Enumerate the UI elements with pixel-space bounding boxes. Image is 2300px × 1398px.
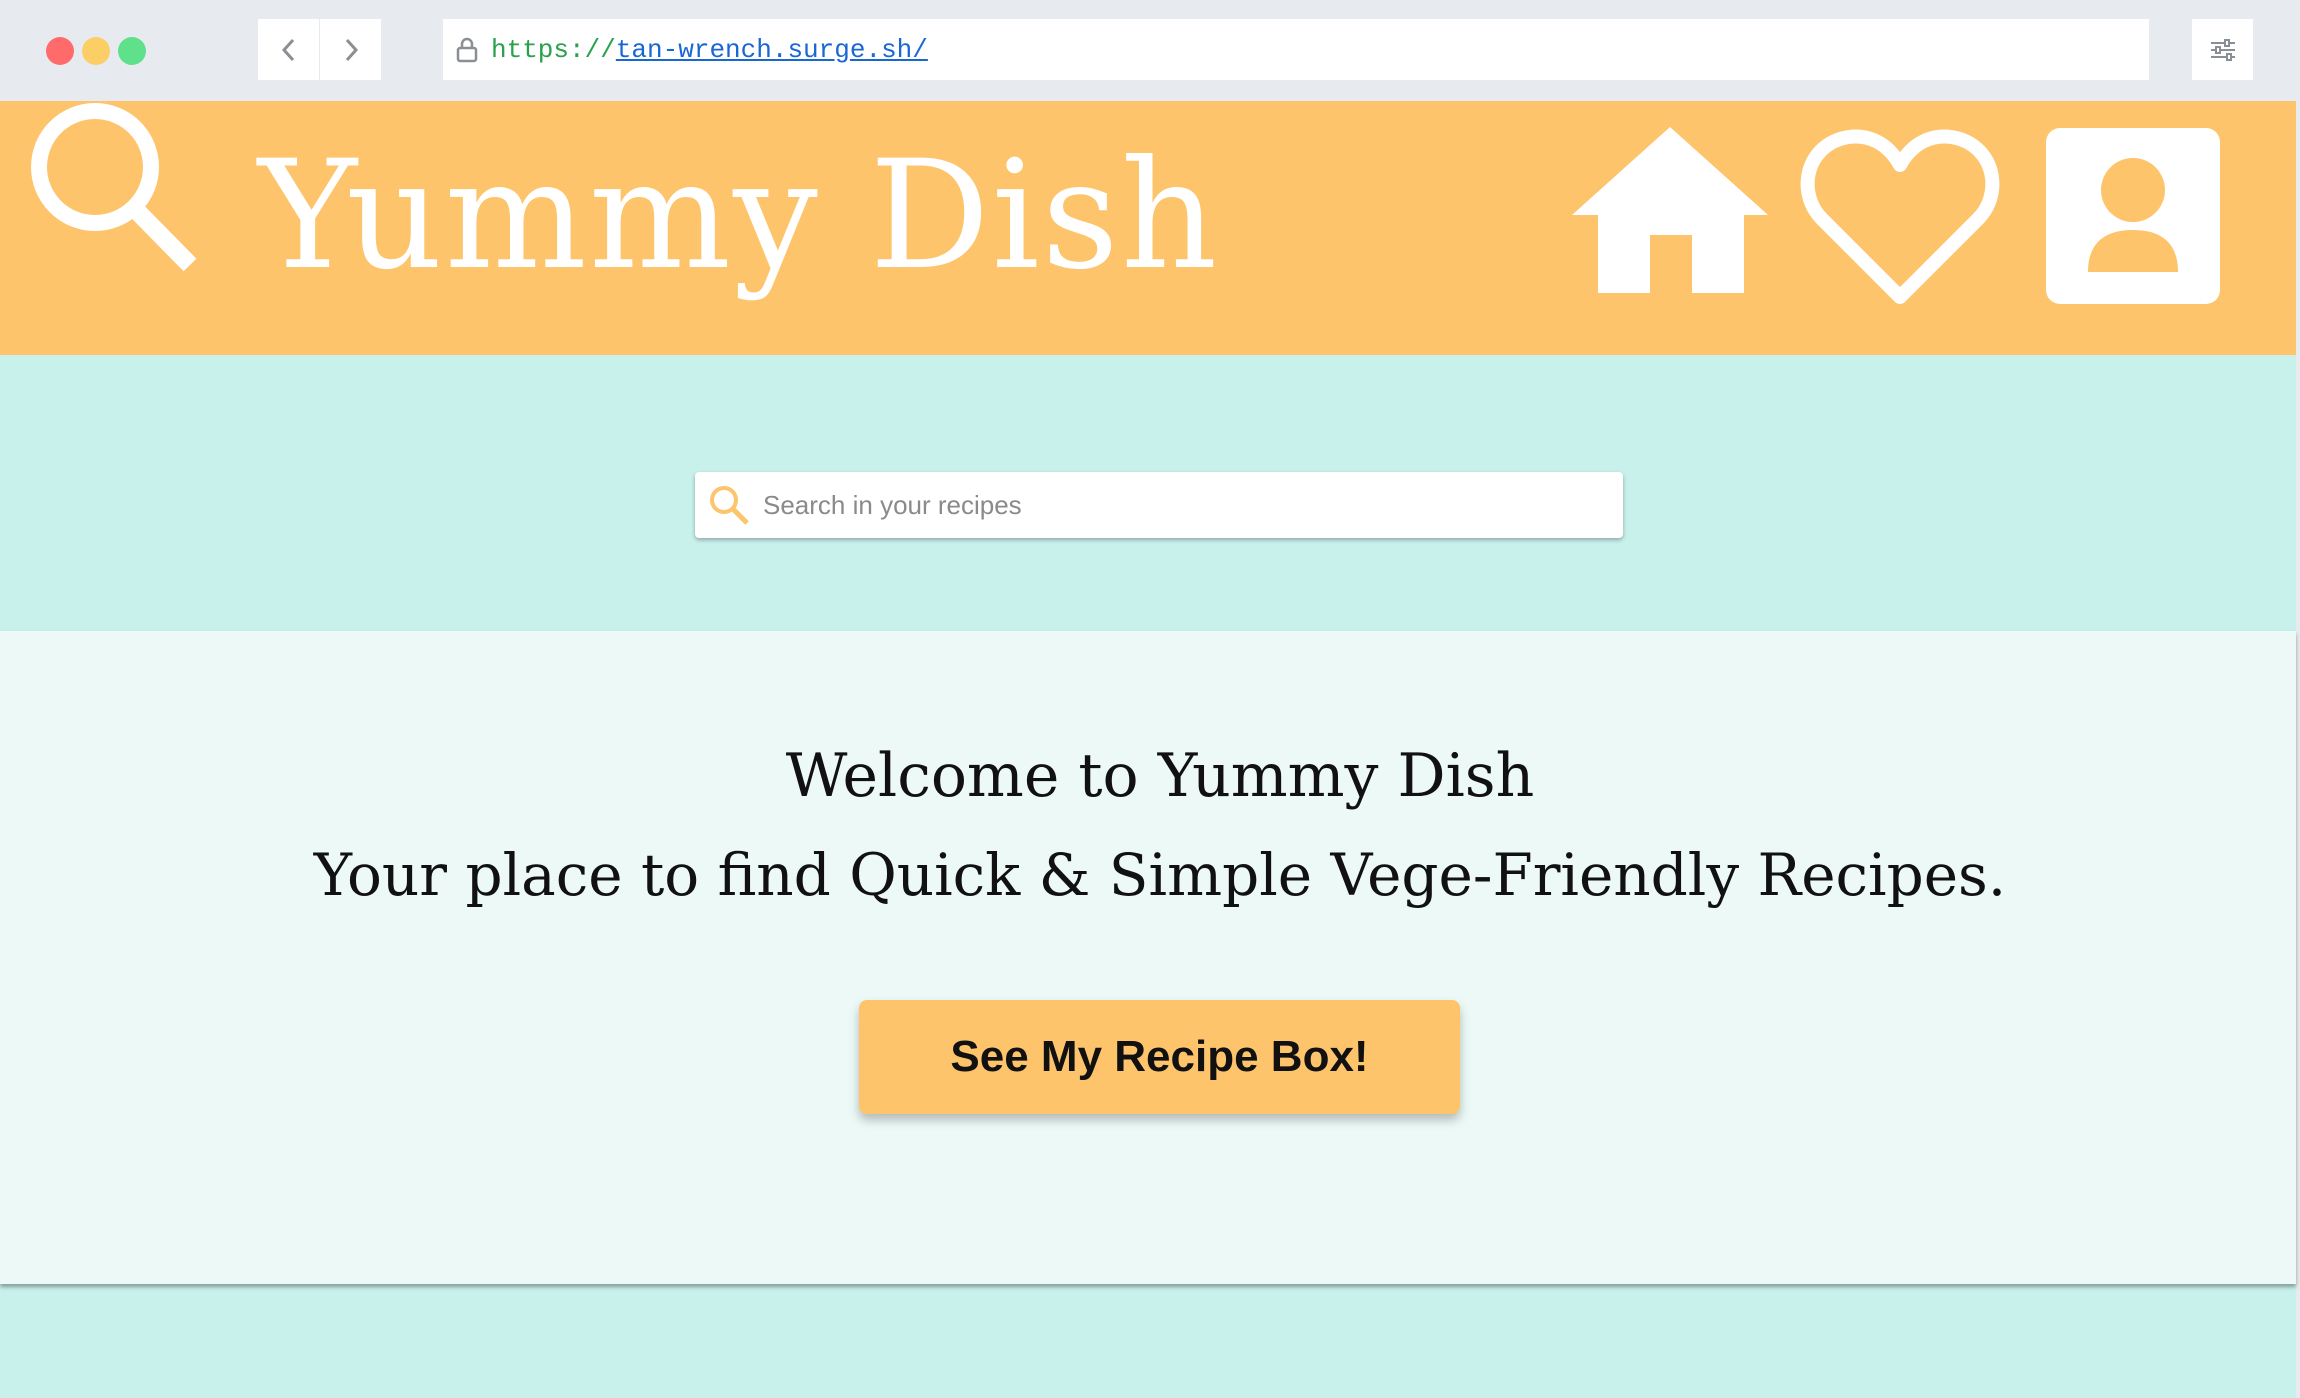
heart-icon[interactable] (1800, 127, 2000, 309)
browser-settings-button[interactable] (2192, 19, 2253, 80)
site-header: Yummy Dish (0, 101, 2296, 355)
home-icon[interactable] (1572, 127, 1768, 295)
search-icon (710, 486, 749, 525)
see-recipe-box-button[interactable]: See My Recipe Box! (859, 1000, 1460, 1114)
lock-icon (456, 37, 478, 62)
search-input[interactable] (763, 489, 1583, 521)
sliders-icon (2210, 38, 2235, 61)
maximize-window-button[interactable] (118, 37, 146, 65)
search-icon[interactable] (25, 101, 205, 281)
back-button[interactable] (258, 19, 319, 80)
chevron-right-icon (345, 38, 358, 61)
chevron-left-icon (281, 38, 294, 61)
forward-button[interactable] (320, 19, 381, 80)
close-window-button[interactable] (46, 37, 74, 65)
welcome-heading: Welcome to Yummy Dish (785, 741, 1535, 811)
url-host[interactable]: tan-wrench.surge.sh/ (616, 35, 928, 65)
welcome-section: Welcome to Yummy Dish Your place to find… (0, 631, 2296, 1284)
recipe-search-box[interactable] (695, 472, 1623, 538)
url-text[interactable]: https://tan-wrench.surge.sh/ (491, 35, 928, 65)
minimize-window-button[interactable] (82, 37, 110, 65)
site-title[interactable]: Yummy Dish (258, 126, 1219, 306)
search-section (0, 355, 2296, 631)
url-scheme: https:// (491, 34, 616, 65)
welcome-tagline: Your place to find Quick & Simple Vege-F… (313, 841, 2007, 909)
user-icon[interactable] (2046, 128, 2220, 304)
address-bar[interactable]: https://tan-wrench.surge.sh/ (443, 19, 2149, 80)
browser-chrome: https://tan-wrench.surge.sh/ (0, 0, 2300, 101)
